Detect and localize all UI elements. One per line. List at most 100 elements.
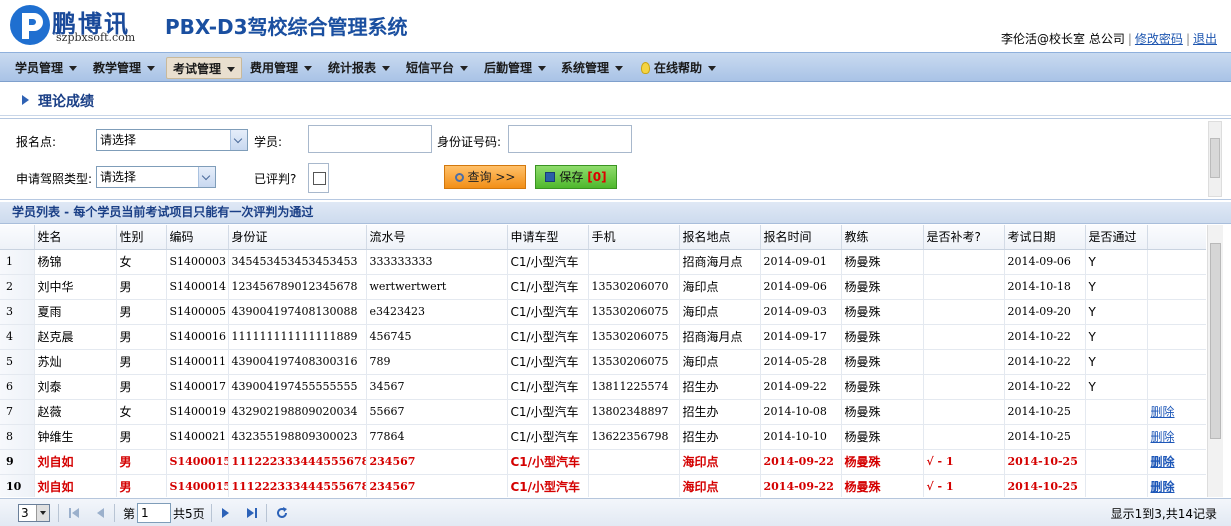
menu-logistics-management[interactable]: 后勤管理: [478, 57, 552, 79]
table-row[interactable]: 3 夏雨男 S1400005 439004197408130088 e3423423 C1…: [0, 299, 1206, 325]
row-number: 8: [0, 424, 35, 450]
table-row[interactable]: 6 刘泰男 S1400017 439004197455555555 34567 C1/小型…: [0, 374, 1206, 400]
user-info: 李伦活@校长室 总公司: [1001, 32, 1125, 46]
header-cell[interactable]: 手机: [588, 225, 680, 250]
cell-action: [1147, 349, 1206, 375]
cell-sex: 女: [116, 249, 167, 275]
next-page-icon[interactable]: [220, 507, 232, 519]
table-row[interactable]: 9 刘自如男 S1400015 111222333444555678 234567 C1/…: [0, 449, 1206, 475]
menu-exam-management[interactable]: 考试管理: [166, 57, 243, 79]
cell-id: 123456789012345678: [228, 274, 367, 300]
header-cell[interactable]: 性别: [116, 225, 167, 250]
table-row[interactable]: 8 钟维生男 S1400021 432355198809300023 77864 C1/小…: [0, 424, 1206, 450]
header-cell[interactable]: 考试日期: [1004, 225, 1086, 250]
menu-student-management[interactable]: 学员管理: [9, 57, 83, 79]
delete-link[interactable]: 删除: [1151, 480, 1175, 494]
menu-online-help[interactable]: 在线帮助: [635, 57, 722, 79]
search-panel: 报名点: 请选择 学员: 身份证号码: 申请驾照类型: 请选择 已评判? 查询 …: [0, 118, 1231, 200]
cell-coach: 杨曼殊: [841, 449, 924, 475]
scrollbar-thumb[interactable]: [1210, 138, 1220, 178]
grid-scrollbar[interactable]: [1207, 225, 1223, 497]
menu-teaching-management[interactable]: 教学管理: [87, 57, 161, 79]
header-cell[interactable]: 是否通过: [1085, 225, 1148, 250]
cell-code: S1400016: [166, 324, 229, 350]
cell-phone: [588, 449, 680, 475]
table-row[interactable]: 5 苏灿男 S1400011 439004197408300316 789 C1/小型汽车…: [0, 349, 1206, 375]
cell-name: 钟维生: [34, 424, 117, 450]
cell-car: C1/小型汽车: [507, 374, 589, 400]
cell-exam-date: 2014-09-20: [1004, 299, 1086, 325]
cell-place: 海印点: [679, 474, 761, 497]
menu-fee-management[interactable]: 费用管理: [244, 57, 318, 79]
logout-link[interactable]: 退出: [1193, 32, 1217, 46]
cell-date: 2014-09-22: [760, 449, 842, 475]
header-cell[interactable]: 姓名: [34, 225, 117, 250]
license-type-select[interactable]: 请选择: [96, 166, 216, 188]
menu-sms-platform[interactable]: 短信平台: [400, 57, 474, 79]
table-row[interactable]: 4 赵克晨男 S1400016 111111111111111889 456745 C1/…: [0, 324, 1206, 350]
scrollbar-thumb[interactable]: [1210, 243, 1221, 439]
chevron-down-icon: [708, 66, 717, 71]
cell-date: 2014-10-08: [760, 399, 842, 425]
cell-serial: 234567: [366, 449, 508, 475]
chevron-down-icon: [615, 66, 624, 71]
pager-separator: [211, 504, 212, 522]
first-page-icon[interactable]: [68, 507, 80, 519]
chevron-down-icon: [538, 66, 547, 71]
refresh-icon[interactable]: [276, 507, 288, 519]
student-input[interactable]: [308, 125, 432, 153]
header-cell[interactable]: 流水号: [366, 225, 508, 250]
delete-link[interactable]: 删除: [1151, 430, 1175, 444]
menu-statistics-reports[interactable]: 统计报表: [322, 57, 396, 79]
header-cell[interactable]: 申请车型: [507, 225, 589, 250]
last-page-icon[interactable]: [246, 507, 258, 519]
cell-sex: 男: [116, 274, 167, 300]
cell-car: C1/小型汽车: [507, 474, 589, 497]
prev-page-icon[interactable]: [94, 507, 106, 519]
cell-coach: 杨曼殊: [841, 399, 924, 425]
cell-coach: 杨曼殊: [841, 349, 924, 375]
id-number-input[interactable]: [508, 125, 632, 153]
cell-place: 海印点: [679, 449, 761, 475]
save-button[interactable]: 保存 [0]: [535, 165, 617, 189]
cell-sex: 男: [116, 374, 167, 400]
page-number-input[interactable]: 1: [137, 503, 171, 523]
row-number: 5: [0, 349, 35, 375]
signup-point-select[interactable]: 请选择: [96, 129, 248, 151]
header-cell[interactable]: 是否补考?: [923, 225, 1005, 250]
table-row[interactable]: 10 刘自如男 S1400015 111222333444555678 234567 C1…: [0, 474, 1206, 497]
cell-id: 111222333444555678: [228, 474, 367, 497]
search-scrollbar[interactable]: [1208, 121, 1222, 197]
cell-retake: [923, 249, 1005, 275]
delete-link[interactable]: 删除: [1151, 405, 1175, 419]
header-cell[interactable]: 报名地点: [679, 225, 761, 250]
cell-action: [1147, 324, 1206, 350]
cell-retake: √ - 1: [923, 474, 1005, 497]
cell-serial: wertwertwert: [366, 274, 508, 300]
cell-retake: [923, 399, 1005, 425]
cell-code: S1400011: [166, 349, 229, 375]
cell-phone: [588, 249, 680, 275]
row-number: 1: [0, 249, 35, 275]
cell-id: 439004197455555555: [228, 374, 367, 400]
grid-header-row: 姓名 性别 编码 身份证 流水号 申请车型 手机 报名地点 报名时间 教练 是否…: [0, 225, 1206, 250]
query-button[interactable]: 查询 >>: [444, 165, 526, 189]
table-row[interactable]: 2 刘中华男 S1400014 123456789012345678 wertwertw…: [0, 274, 1206, 300]
row-number: 3: [0, 299, 35, 325]
header-cell[interactable]: 身份证: [228, 225, 367, 250]
header-cell[interactable]: 教练: [841, 225, 924, 250]
header-cell[interactable]: 报名时间: [760, 225, 842, 250]
change-password-link[interactable]: 修改密码: [1135, 32, 1183, 46]
table-row[interactable]: 7 赵薇女 S1400019 432902198809020034 55667 C1/小型…: [0, 399, 1206, 425]
menu-system-management[interactable]: 系统管理: [555, 57, 629, 79]
cell-exam-date: 2014-10-22: [1004, 324, 1086, 350]
cell-phone: 13530206075: [588, 349, 680, 375]
delete-link[interactable]: 删除: [1151, 455, 1175, 469]
logo-domain: szpbxsoft.com: [56, 31, 136, 44]
page-size-select[interactable]: 3: [18, 504, 50, 522]
row-number: 10: [0, 474, 35, 497]
cell-exam-date: 2014-09-06: [1004, 249, 1086, 275]
table-row[interactable]: 1 杨锦女 S1400003 345453453453453453 333333333 C…: [0, 249, 1206, 275]
header-cell[interactable]: 编码: [166, 225, 229, 250]
judged-checkbox[interactable]: [313, 172, 326, 185]
